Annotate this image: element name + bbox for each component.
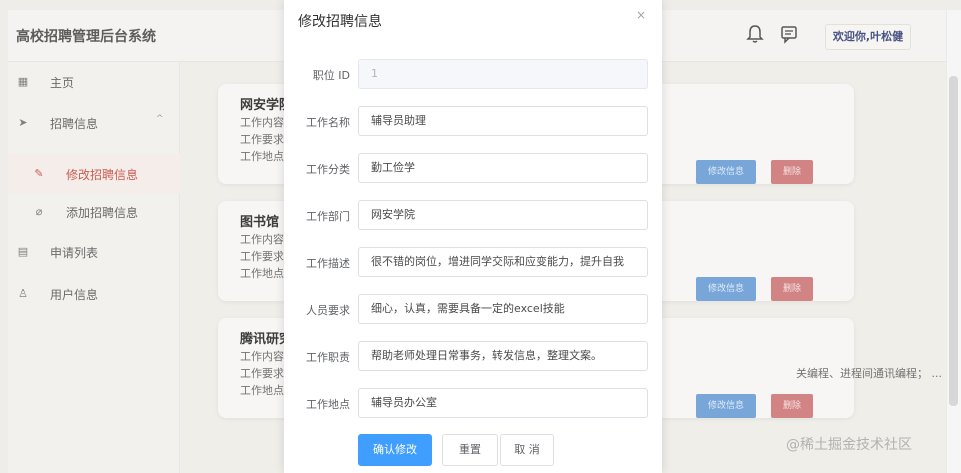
job-duty-field[interactable]: 帮助老师处理日常事务，转发信息，整理文案。 bbox=[358, 341, 648, 371]
job-department-field[interactable]: 网安学院 bbox=[358, 200, 648, 230]
job-location-field[interactable]: 辅导员办公室 bbox=[358, 388, 648, 418]
job-duty-label: 工作职责 bbox=[306, 351, 350, 364]
job-name-label: 工作名称 bbox=[306, 116, 350, 129]
close-icon[interactable]: × bbox=[636, 8, 646, 22]
job-department-label: 工作部门 bbox=[306, 210, 350, 223]
edit-recruitment-dialog: 修改招聘信息 × 职位 ID 1 工作名称 辅导员助理 工作分类 勤工俭学 工作… bbox=[284, 0, 662, 473]
job-category-label: 工作分类 bbox=[306, 163, 350, 176]
job-name-field[interactable]: 辅导员助理 bbox=[358, 106, 648, 136]
job-id-label: 职位 ID bbox=[312, 69, 350, 82]
reset-button[interactable]: 重置 bbox=[442, 434, 498, 466]
cancel-button[interactable]: 取 消 bbox=[500, 434, 554, 466]
staff-requirement-label: 人员要求 bbox=[306, 304, 350, 317]
job-description-field[interactable]: 很不错的岗位，增进同学交际和应变能力，提升自我 bbox=[358, 247, 648, 277]
confirm-edit-button[interactable]: 确认修改 bbox=[358, 434, 432, 466]
job-category-field[interactable]: 勤工俭学 bbox=[358, 153, 648, 183]
dialog-title: 修改招聘信息 bbox=[298, 14, 382, 30]
staff-requirement-field[interactable]: 细心，认真，需要具备一定的excel技能 bbox=[358, 294, 648, 324]
job-id-field: 1 bbox=[358, 59, 648, 89]
job-description-label: 工作描述 bbox=[306, 257, 350, 270]
job-location-label: 工作地点 bbox=[306, 398, 350, 411]
watermark: @稀土掘金技术社区 bbox=[786, 437, 912, 453]
